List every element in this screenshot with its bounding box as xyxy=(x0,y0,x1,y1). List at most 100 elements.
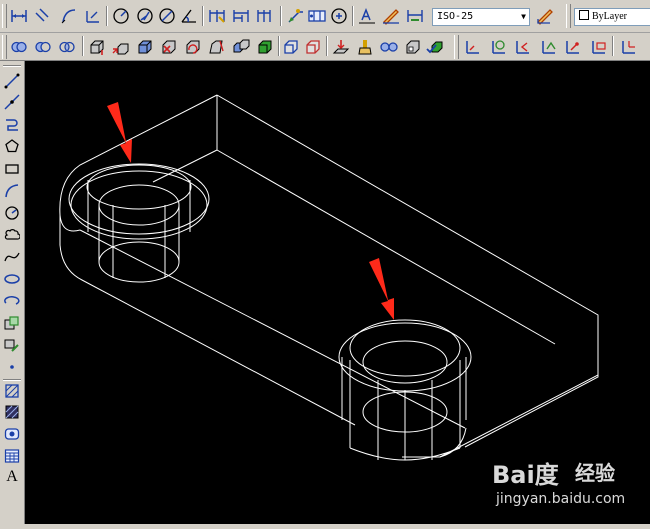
check-button[interactable] xyxy=(424,36,446,58)
make-block-button[interactable] xyxy=(1,335,23,355)
dimension-edit-button[interactable] xyxy=(356,5,378,27)
toolbar-separator xyxy=(202,6,203,26)
region-button[interactable] xyxy=(1,424,23,444)
ucs-view-button[interactable] xyxy=(588,36,610,58)
ellipse-button[interactable] xyxy=(1,269,23,289)
polygon-button[interactable] xyxy=(1,136,23,156)
copy-faces-button[interactable] xyxy=(230,36,252,58)
imprint-button[interactable] xyxy=(330,36,352,58)
quick-leader-button[interactable] xyxy=(284,5,306,27)
construction-line-button[interactable] xyxy=(1,92,23,112)
jogged-dimension-button[interactable] xyxy=(134,5,156,27)
revision-cloud-button[interactable] xyxy=(1,225,23,245)
multiline-text-button[interactable]: A xyxy=(1,467,23,487)
ordinate-dimension-button[interactable] xyxy=(82,5,104,27)
ucs-previous-button[interactable] xyxy=(512,36,534,58)
toolbar-grip[interactable] xyxy=(2,35,7,59)
dimension-toolbar: ISO-25 ▼ ByLayer xyxy=(0,0,650,33)
insert-block-button[interactable] xyxy=(1,313,23,333)
dimension-style-button[interactable] xyxy=(534,5,556,27)
left-counterbore-bottom xyxy=(70,170,208,240)
left-counterbore-rim xyxy=(68,163,210,235)
dimension-update-button[interactable] xyxy=(404,5,426,27)
color-faces-button[interactable] xyxy=(254,36,276,58)
solids-editing-toolbar xyxy=(0,33,650,61)
hatch-button[interactable] xyxy=(1,381,23,401)
toolbar-separator xyxy=(326,36,327,56)
top-face-outline xyxy=(216,94,599,458)
point-button[interactable] xyxy=(1,357,23,377)
color-swatch-icon xyxy=(579,10,589,20)
right-hole-walls xyxy=(341,357,467,448)
right-hole-top xyxy=(362,340,448,384)
toolbar-separator xyxy=(280,6,281,26)
taper-faces-button[interactable] xyxy=(206,36,228,58)
toolbar-grip[interactable] xyxy=(566,4,571,28)
chevron-down-icon[interactable]: ▼ xyxy=(521,9,526,25)
ucs-object-button[interactable] xyxy=(562,36,584,58)
separate-button[interactable] xyxy=(378,36,400,58)
polyline-button[interactable] xyxy=(1,114,23,134)
aligned-dimension-button[interactable] xyxy=(32,5,54,27)
toolbar-separator xyxy=(3,379,21,380)
circle-button[interactable] xyxy=(1,203,23,223)
toolbar-separator xyxy=(278,36,279,56)
watermark-brand: Bai度 xyxy=(492,461,559,489)
dimension-text-edit-button[interactable] xyxy=(380,5,402,27)
arrow-left-hole xyxy=(107,102,132,163)
tolerance-button[interactable] xyxy=(306,5,328,27)
table-button[interactable] xyxy=(1,446,23,466)
move-faces-button[interactable] xyxy=(110,36,132,58)
toolbar-separator xyxy=(352,6,353,26)
ucs-face-button[interactable] xyxy=(538,36,560,58)
offset-faces-button[interactable] xyxy=(134,36,156,58)
extrude-faces-button[interactable] xyxy=(86,36,108,58)
toolbar-grip[interactable] xyxy=(3,65,21,66)
color-control-select[interactable]: ByLayer xyxy=(574,8,650,26)
ucs-world-button[interactable] xyxy=(488,36,510,58)
arc-button[interactable] xyxy=(1,181,23,201)
intersect-button[interactable] xyxy=(56,36,78,58)
quick-dimension-button[interactable] xyxy=(206,5,228,27)
front-left-edge xyxy=(59,215,356,426)
watermark-url: jingyan.baidu.com xyxy=(496,491,626,507)
subtract-button[interactable] xyxy=(32,36,54,58)
diameter-dimension-button[interactable] xyxy=(156,5,178,27)
left-round-corner xyxy=(59,214,81,232)
right-counterbore-top xyxy=(349,319,461,377)
ucs-origin-button[interactable] xyxy=(618,36,640,58)
ellipse-arc-button[interactable] xyxy=(1,291,23,311)
right-hole-tangents xyxy=(377,380,433,460)
toolbar-separator xyxy=(82,36,83,56)
color-edges-button[interactable] xyxy=(302,36,324,58)
ucs-button[interactable] xyxy=(462,36,484,58)
toolbar-separator xyxy=(106,6,107,26)
spline-button[interactable] xyxy=(1,247,23,267)
toolbar-grip[interactable] xyxy=(454,35,459,59)
clean-button[interactable] xyxy=(354,36,376,58)
rectangle-button[interactable] xyxy=(1,159,23,179)
arrow-right-hole xyxy=(369,258,394,320)
radius-dimension-button[interactable] xyxy=(110,5,132,27)
arc-length-button[interactable] xyxy=(58,5,80,27)
toolbar-grip[interactable] xyxy=(2,4,7,28)
baseline-dimension-button[interactable] xyxy=(230,5,252,27)
left-hole-walls xyxy=(87,180,191,262)
delete-faces-button[interactable] xyxy=(158,36,180,58)
shell-button[interactable] xyxy=(402,36,424,58)
baidu-jingyan-watermark: Bai度 经验 jingyan.baidu.com xyxy=(482,447,642,517)
front-round-corner xyxy=(439,427,467,458)
gradient-button[interactable] xyxy=(1,402,23,422)
annotation-arrows xyxy=(107,102,394,320)
left-hole-bottom xyxy=(98,241,180,283)
copy-edges-button[interactable] xyxy=(280,36,302,58)
union-button[interactable] xyxy=(8,36,30,58)
linear-dimension-button[interactable] xyxy=(8,5,30,27)
line-button[interactable] xyxy=(1,71,23,91)
angular-dimension-button[interactable] xyxy=(178,5,200,27)
right-side-edge xyxy=(464,315,599,448)
center-mark-button[interactable] xyxy=(328,5,350,27)
dimension-style-select[interactable]: ISO-25 ▼ xyxy=(432,8,530,26)
rotate-faces-button[interactable] xyxy=(182,36,204,58)
continue-dimension-button[interactable] xyxy=(254,5,276,27)
